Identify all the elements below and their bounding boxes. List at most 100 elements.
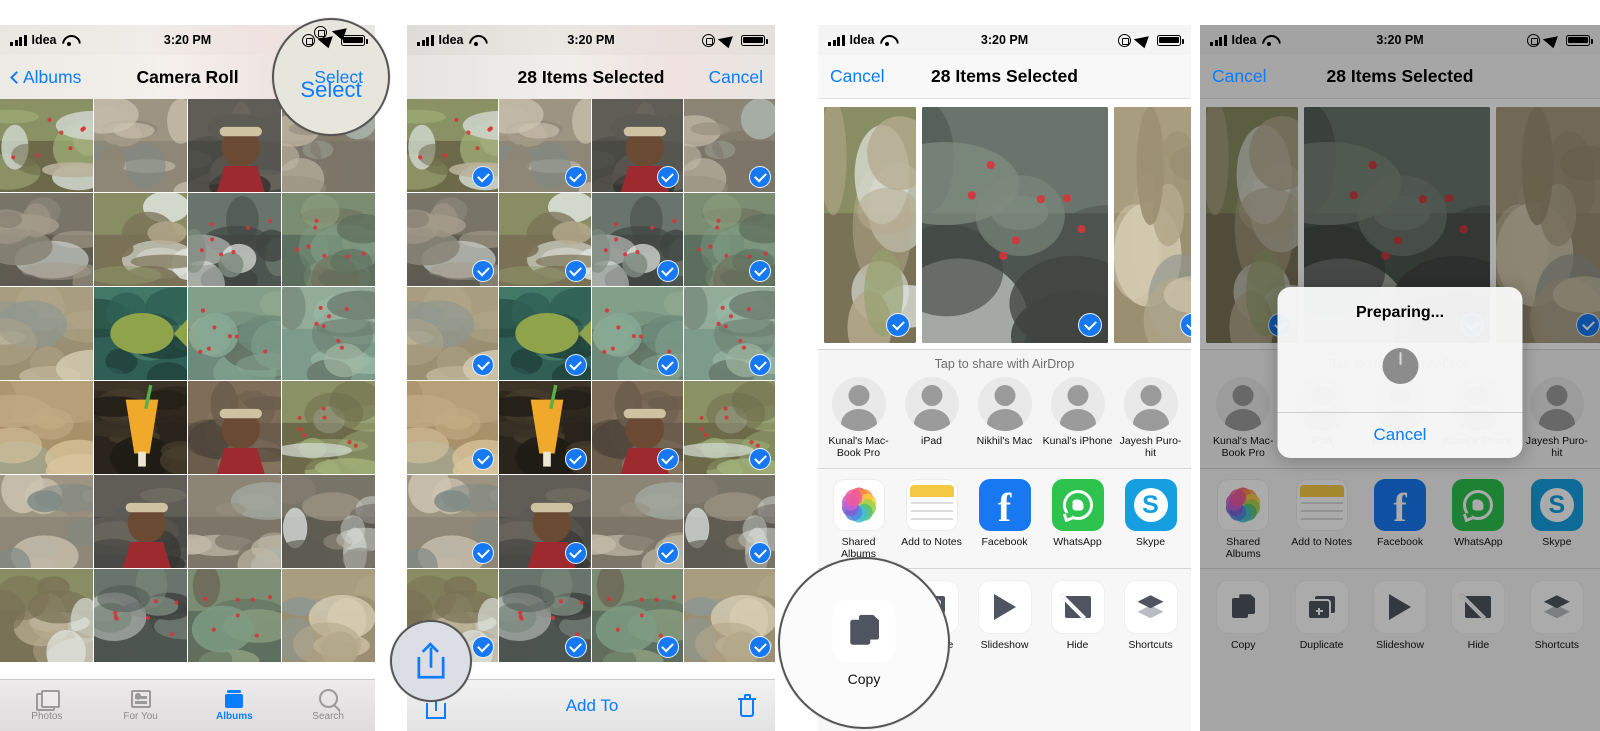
location-arrow-icon <box>317 31 339 49</box>
airdrop-contact[interactable]: Kunal's iPhone <box>1041 377 1114 459</box>
photo-cell[interactable] <box>282 193 375 286</box>
share-action-shortcuts[interactable]: Shortcuts <box>1114 581 1187 651</box>
signal-bars-icon <box>10 34 27 46</box>
photo-cell[interactable] <box>94 569 187 662</box>
photo-cell[interactable] <box>407 475 499 568</box>
tab-albums-label: Albums <box>216 710 253 722</box>
photo-cell[interactable] <box>591 569 683 662</box>
share-action-slideshow[interactable]: Slideshow <box>968 581 1041 651</box>
photo-thumbnail <box>282 193 375 286</box>
action-button[interactable] <box>978 581 1031 634</box>
share-action-hide[interactable]: Hide <box>1041 581 1114 651</box>
photo-cell[interactable] <box>499 381 591 474</box>
photo-cell[interactable] <box>188 569 281 662</box>
add-to-button[interactable]: Add To <box>447 696 737 716</box>
photo-cell[interactable] <box>407 99 499 192</box>
action-button[interactable] <box>1124 581 1177 634</box>
photo-cell[interactable] <box>0 287 93 380</box>
search-icon <box>318 689 338 708</box>
photo-cell[interactable] <box>0 569 93 662</box>
photo-cell[interactable] <box>0 193 93 286</box>
airdrop-contact-label: Kunal's iPhone <box>1042 435 1113 447</box>
photo-cell[interactable] <box>94 287 187 380</box>
photo-cell[interactable] <box>499 475 591 568</box>
photo-cell[interactable] <box>0 381 93 474</box>
photo-cell[interactable] <box>0 475 93 568</box>
photo-cell[interactable] <box>407 381 499 474</box>
contact-avatar-icon <box>1050 377 1105 431</box>
photo-thumbnail <box>94 569 187 662</box>
photo-cell[interactable] <box>94 381 187 474</box>
preview-thumbnail[interactable] <box>1114 107 1191 343</box>
photo-cell[interactable] <box>407 193 499 286</box>
share-app-skype[interactable]: S Skype <box>1114 479 1187 560</box>
cancel-button[interactable]: Cancel <box>1212 66 1266 87</box>
selected-check-icon <box>749 542 771 564</box>
preview-thumbnail[interactable] <box>824 107 916 343</box>
photo-thumbnail <box>188 475 281 568</box>
photo-cell[interactable] <box>591 287 683 380</box>
photo-cell[interactable] <box>94 193 187 286</box>
tab-photos[interactable]: Photos <box>0 689 94 722</box>
airdrop-contact[interactable]: Kunal's Mac- Book Pro <box>822 377 895 459</box>
photo-cell[interactable] <box>282 475 375 568</box>
highlight-circle-copy: Copy <box>778 557 950 729</box>
photo-cell[interactable] <box>499 193 591 286</box>
tab-for-you[interactable]: For You <box>94 689 188 722</box>
photo-cell[interactable] <box>591 99 683 192</box>
photo-cell[interactable] <box>683 193 775 286</box>
airdrop-contact[interactable]: Nikhil's Mac <box>968 377 1041 459</box>
photo-cell[interactable] <box>591 381 683 474</box>
share-app-whatsapp[interactable]: WhatsApp <box>1041 479 1114 560</box>
photo-cell[interactable] <box>683 569 775 662</box>
photo-cell[interactable] <box>282 569 375 662</box>
share-icon[interactable] <box>416 642 446 679</box>
photo-cell[interactable] <box>591 193 683 286</box>
photo-cell[interactable] <box>0 99 93 192</box>
photo-cell[interactable] <box>188 381 281 474</box>
airdrop-contact[interactable]: iPad <box>895 377 968 459</box>
photo-grid-selected[interactable] <box>407 99 775 662</box>
tab-search[interactable]: Search <box>281 689 375 722</box>
share-app-facebook[interactable]: f Facebook <box>968 479 1041 560</box>
photo-cell[interactable] <box>591 475 683 568</box>
share-app-shared-albums[interactable]: Shared Albums <box>822 479 895 560</box>
copy-action-button[interactable] <box>833 599 895 662</box>
action-button[interactable] <box>1051 581 1104 634</box>
photo-grid[interactable] <box>0 99 375 662</box>
photo-thumbnail <box>282 381 375 474</box>
share-preview-strip[interactable] <box>818 99 1191 349</box>
dialog-cancel-button[interactable]: Cancel <box>1278 413 1523 458</box>
photo-cell[interactable] <box>683 287 775 380</box>
nav-bar: Cancel 28 Items Selected <box>818 55 1191 99</box>
photo-cell[interactable] <box>499 99 591 192</box>
airdrop-contact[interactable]: Jayesh Puro-hit <box>1114 377 1187 459</box>
photo-cell[interactable] <box>499 287 591 380</box>
status-bar: Idea 3:20 PM <box>818 25 1191 55</box>
cancel-button[interactable]: Cancel <box>830 66 884 87</box>
photo-cell[interactable] <box>683 475 775 568</box>
photo-cell[interactable] <box>282 287 375 380</box>
photo-cell[interactable] <box>94 99 187 192</box>
select-button[interactable]: Select <box>314 67 363 88</box>
photo-cell[interactable] <box>499 569 591 662</box>
photo-cell[interactable] <box>188 287 281 380</box>
back-button-albums[interactable]: Albums <box>10 67 81 88</box>
share-app-add-to-notes[interactable]: Add to Notes <box>895 479 968 560</box>
copy-icon <box>847 614 882 647</box>
photo-cell[interactable] <box>683 99 775 192</box>
cancel-button[interactable]: Cancel <box>709 67 763 88</box>
carrier-label: Idea <box>438 33 464 47</box>
photo-cell[interactable] <box>188 99 281 192</box>
preview-thumbnail[interactable] <box>922 107 1108 343</box>
photo-cell[interactable] <box>94 475 187 568</box>
tab-albums[interactable]: Albums <box>188 689 282 722</box>
photo-cell[interactable] <box>683 381 775 474</box>
preview-image <box>922 107 1108 343</box>
trash-icon[interactable] <box>737 694 757 718</box>
photo-cell[interactable] <box>188 475 281 568</box>
rotation-lock-icon <box>1118 33 1131 47</box>
photo-cell[interactable] <box>282 381 375 474</box>
photo-cell[interactable] <box>188 193 281 286</box>
photo-cell[interactable] <box>407 287 499 380</box>
